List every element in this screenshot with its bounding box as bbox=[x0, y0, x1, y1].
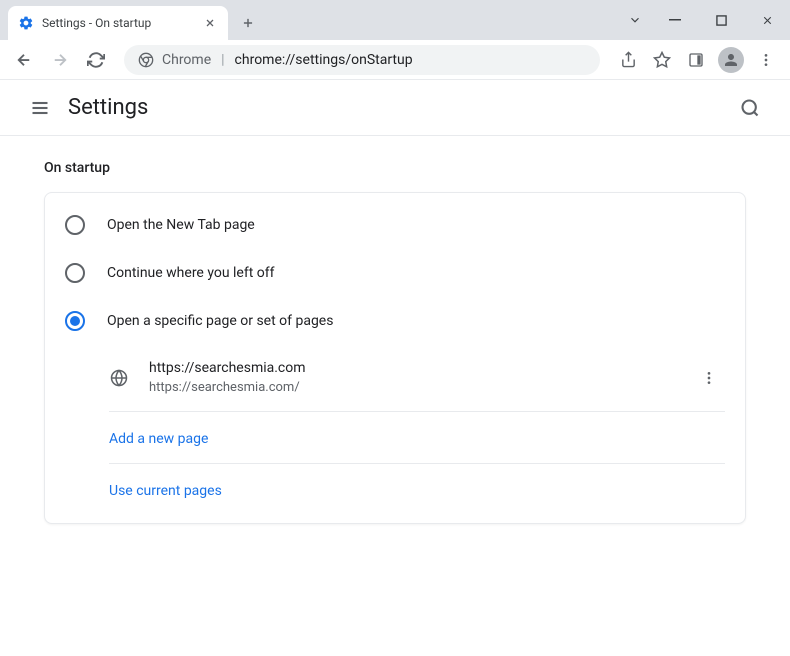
settings-content: On startup Open the New Tab page Continu… bbox=[0, 136, 790, 548]
profile-avatar[interactable] bbox=[718, 47, 744, 73]
minimize-button[interactable] bbox=[652, 5, 698, 35]
address-bar[interactable]: Chrome | chrome://settings/onStartup bbox=[124, 45, 600, 75]
page-menu-icon[interactable] bbox=[693, 362, 725, 394]
bookmark-icon[interactable] bbox=[646, 44, 678, 76]
close-window-button[interactable] bbox=[744, 5, 790, 35]
tab-title: Settings - On startup bbox=[42, 16, 202, 30]
add-page-link[interactable]: Add a new page bbox=[109, 412, 725, 464]
radio-option-newtab[interactable]: Open the New Tab page bbox=[45, 201, 745, 249]
radio-label: Open a specific page or set of pages bbox=[107, 313, 333, 329]
page-name: https://searchesmia.com bbox=[149, 359, 693, 379]
radio-label: Open the New Tab page bbox=[107, 217, 255, 233]
startup-card: Open the New Tab page Continue where you… bbox=[44, 192, 746, 524]
page-url: https://searchesmia.com/ bbox=[149, 379, 693, 397]
menu-icon[interactable] bbox=[750, 44, 782, 76]
url-text: chrome://settings/onStartup bbox=[235, 52, 413, 68]
close-tab-icon[interactable] bbox=[202, 15, 218, 31]
hamburger-menu[interactable] bbox=[20, 88, 60, 128]
new-tab-button[interactable] bbox=[234, 9, 262, 37]
startup-page-row: https://searchesmia.com https://searches… bbox=[109, 345, 725, 412]
browser-tab[interactable]: Settings - On startup bbox=[8, 6, 228, 40]
link-text: Add a new page bbox=[109, 431, 208, 447]
toolbar-actions bbox=[612, 44, 782, 76]
url-prefix: Chrome bbox=[162, 52, 211, 68]
radio-label: Continue where you left off bbox=[107, 265, 275, 281]
chrome-icon bbox=[138, 52, 154, 68]
search-icon[interactable] bbox=[730, 88, 770, 128]
use-current-pages-link[interactable]: Use current pages bbox=[109, 464, 725, 515]
page-title: Settings bbox=[68, 95, 730, 120]
radio-icon bbox=[65, 215, 85, 235]
maximize-button[interactable] bbox=[698, 5, 744, 35]
share-icon[interactable] bbox=[612, 44, 644, 76]
radio-option-continue[interactable]: Continue where you left off bbox=[45, 249, 745, 297]
page-info: https://searchesmia.com https://searches… bbox=[149, 359, 693, 397]
window-controls bbox=[618, 0, 790, 40]
window-titlebar: Settings - On startup bbox=[0, 0, 790, 40]
back-button[interactable] bbox=[8, 44, 40, 76]
sidepanel-icon[interactable] bbox=[680, 44, 712, 76]
link-text: Use current pages bbox=[109, 483, 222, 499]
radio-icon bbox=[65, 311, 85, 331]
radio-icon bbox=[65, 263, 85, 283]
browser-toolbar: Chrome | chrome://settings/onStartup bbox=[0, 40, 790, 80]
startup-pages-list: https://searchesmia.com https://searches… bbox=[109, 345, 725, 515]
globe-icon bbox=[109, 368, 129, 388]
chevron-down-icon[interactable] bbox=[618, 5, 652, 35]
forward-button[interactable] bbox=[44, 44, 76, 76]
gear-icon bbox=[18, 15, 34, 31]
settings-header: Settings bbox=[0, 80, 790, 136]
radio-option-specific[interactable]: Open a specific page or set of pages bbox=[45, 297, 745, 345]
url-divider: | bbox=[221, 52, 224, 68]
reload-button[interactable] bbox=[80, 44, 112, 76]
section-title: On startup bbox=[44, 160, 746, 176]
